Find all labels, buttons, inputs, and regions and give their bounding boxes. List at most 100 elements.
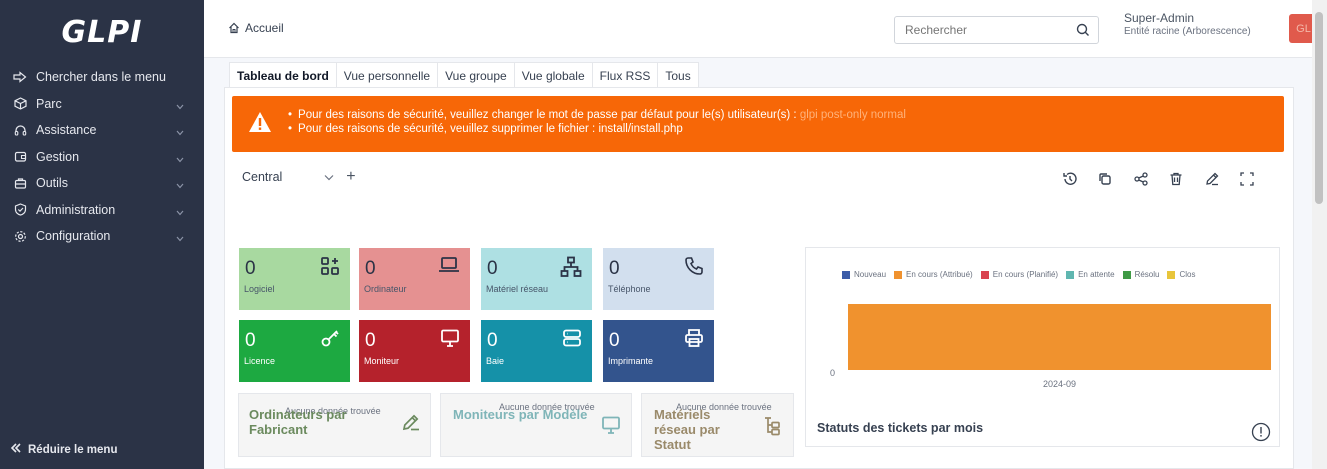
add-dashboard-button[interactable]: +: [346, 168, 355, 186]
chart-title: Statuts des tickets par mois: [817, 421, 984, 435]
chart-plot: 2024-09 0: [830, 304, 1271, 389]
tile-count: 0: [365, 258, 376, 279]
tile-label: Ordinateur: [364, 284, 407, 294]
top-header: Accueil Super-Admin Entité racine (Arbor…: [204, 0, 1327, 58]
tile-baie[interactable]: 0 Baie: [481, 320, 592, 382]
tile-count: 0: [487, 258, 498, 279]
shield-icon: [12, 202, 28, 218]
laptop-icon: [438, 256, 460, 279]
double-chevron-left-icon: [10, 442, 22, 457]
arrow-right-icon: [12, 69, 28, 85]
sidebar-item-label: Administration: [36, 202, 116, 217]
edit-icon: [401, 412, 421, 437]
warning-icon: [248, 111, 272, 138]
chevron-down-icon: [176, 178, 186, 189]
alert-users-link[interactable]: glpi post-only normal: [800, 109, 906, 121]
dashboard-selector: Central +: [242, 168, 356, 186]
chevron-down-icon: [176, 99, 186, 110]
sidebar-item-parc[interactable]: Parc: [0, 91, 204, 118]
tile-label: Imprimante: [608, 356, 654, 366]
card-moniteurs-par-modèle[interactable]: Aucune donnée trouvée Moniteurs par Modè…: [440, 393, 632, 457]
security-alert: Pour des raisons de sécurité, veuillez c…: [232, 96, 1284, 152]
trash-icon[interactable]: [1159, 171, 1195, 187]
card-title: Matériels réseau par Statut: [654, 407, 720, 452]
edit-icon[interactable]: [1194, 171, 1230, 187]
page-scrollbar[interactable]: [1312, 0, 1327, 469]
tile-count: 0: [487, 330, 498, 351]
glpi-logo[interactable]: GLPI: [0, 0, 204, 64]
tile-count: 0: [245, 258, 256, 279]
sidebar-menu: Chercher dans le menu Parc Assistance Ge…: [0, 64, 204, 250]
breadcrumb[interactable]: Accueil: [228, 21, 284, 35]
key-icon: [320, 328, 340, 353]
chevron-down-icon: [176, 125, 186, 136]
tile-label: Moniteur: [364, 356, 400, 366]
network-icon: [560, 256, 582, 283]
tab-flux-rss[interactable]: Flux RSS: [591, 62, 659, 88]
hierarchy-icon: [762, 416, 782, 441]
tab-vue-globale[interactable]: Vue globale: [513, 62, 593, 88]
phone-icon: [684, 256, 704, 281]
card-ordinateurs-par-fabricant[interactable]: Aucune donnée trouvée Ordinateurs par Fa…: [238, 393, 431, 457]
tile-téléphone[interactable]: 0 Téléphone: [603, 248, 714, 310]
sidebar-item-label: Assistance: [36, 123, 97, 138]
headset-icon: [12, 122, 28, 138]
chevron-down-icon[interactable]: [324, 170, 334, 184]
wallet-icon: [12, 149, 28, 165]
tile-logiciel[interactable]: 0 Logiciel: [239, 248, 350, 310]
sidebar-item-gestion[interactable]: Gestion: [0, 144, 204, 171]
sidebar-item-label: Parc: [36, 96, 62, 111]
info-icon[interactable]: [1251, 422, 1271, 447]
tile-imprimante[interactable]: 0 Imprimante: [603, 320, 714, 382]
cube-icon: [12, 96, 28, 112]
card-title: Moniteurs par Modèle: [453, 407, 588, 422]
history-icon[interactable]: [1052, 171, 1088, 187]
tab-vue-personnelle[interactable]: Vue personnelle: [335, 62, 439, 88]
tile-label: Baie: [486, 356, 505, 366]
search-icon[interactable]: [1076, 23, 1090, 42]
sidebar: GLPI Chercher dans le menu Parc Assistan…: [0, 0, 204, 469]
collapse-menu-button[interactable]: Réduire le menu: [10, 442, 117, 457]
user-name: Super-Admin: [1124, 11, 1195, 25]
global-search[interactable]: [894, 16, 1099, 44]
tile-licence[interactable]: 0 Licence: [239, 320, 350, 382]
card-matériels-réseau-par-statut[interactable]: Aucune donnée trouvée Matériels réseau p…: [641, 393, 794, 457]
tab-tableau-de-bord[interactable]: Tableau de bord: [229, 62, 337, 88]
sidebar-item-label: Chercher dans le menu: [36, 70, 166, 85]
tile-ordinateur[interactable]: 0 Ordinateur: [359, 248, 470, 310]
monitor-icon: [440, 328, 460, 353]
monitor-icon: [601, 415, 621, 440]
dashboard-tabs: Tableau de bord Vue personnelle Vue groupe…: [229, 62, 699, 88]
tickets-status-chart: Nouveau En cours (Attribué) En cours (Plan…: [805, 247, 1280, 447]
home-icon: [229, 22, 239, 34]
chevron-down-icon: [176, 205, 186, 216]
search-input[interactable]: [895, 17, 1065, 43]
tile-moniteur[interactable]: 0 Moniteur: [359, 320, 470, 382]
tile-label: Licence: [244, 356, 276, 366]
tile-count: 0: [245, 330, 256, 351]
scrollbar-thumb[interactable]: [1315, 12, 1323, 204]
tab-tous[interactable]: Tous: [657, 62, 699, 88]
apps-add-icon: [320, 256, 340, 281]
alert-messages: Pour des raisons de sécurité, veuillez c…: [288, 108, 906, 136]
sidebar-item-configuration[interactable]: Configuration: [0, 223, 204, 250]
sidebar-item-assistance[interactable]: Assistance: [0, 117, 204, 144]
dashboard-select[interactable]: Central: [242, 170, 282, 184]
sidebar-item-administration[interactable]: Administration: [0, 197, 204, 224]
user-info[interactable]: Super-Admin Entité racine (Arborescence): [1124, 11, 1251, 37]
share-icon[interactable]: [1123, 171, 1159, 187]
breadcrumb-home-label: Accueil: [245, 21, 284, 35]
sidebar-item-outils[interactable]: Outils: [0, 170, 204, 197]
x-tick-label: 2024-09: [1043, 379, 1076, 389]
collapse-menu-label: Réduire le menu: [28, 443, 118, 456]
alert-message-password: Pour des raisons de sécurité, veuillez c…: [288, 108, 906, 122]
tile-count: 0: [365, 330, 376, 351]
tile-count: 0: [609, 258, 620, 279]
y-tick-label: 0: [830, 368, 835, 378]
chart-bar[interactable]: [848, 304, 1271, 370]
clone-icon[interactable]: [1088, 171, 1124, 187]
tab-vue-groupe[interactable]: Vue groupe: [437, 62, 515, 88]
sidebar-item-chercher[interactable]: Chercher dans le menu: [0, 64, 204, 91]
tile-matériel-réseau[interactable]: 0 Matériel réseau: [481, 248, 592, 310]
fullscreen-icon[interactable]: [1230, 171, 1266, 187]
